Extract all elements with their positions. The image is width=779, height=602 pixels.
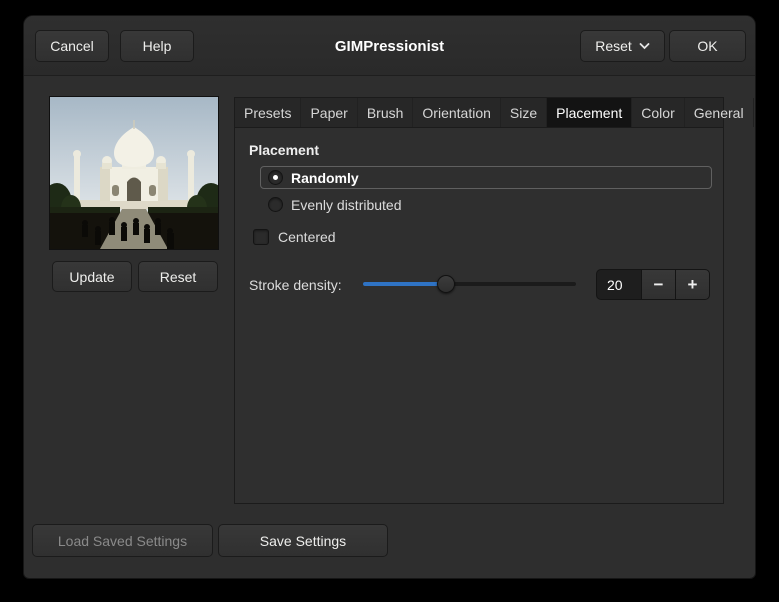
plus-icon: + <box>687 274 698 294</box>
stroke-density-label: Stroke density: <box>249 277 342 293</box>
save-settings-label: Save Settings <box>259 532 347 549</box>
taj-mahal-illustration <box>50 97 218 249</box>
slider-fill <box>363 282 446 286</box>
tab-general-label: General <box>693 104 744 121</box>
settings-notebook: Presets Paper Brush Orientation Size Pla… <box>234 97 754 504</box>
ok-button-label: OK <box>697 38 718 54</box>
preview-reset-button[interactable]: Reset <box>138 261 218 292</box>
headerbar[interactable]: Cancel Help GIMPressionist Reset OK <box>24 16 755 76</box>
gimpressionist-dialog: Cancel Help GIMPressionist Reset OK Upda… <box>24 16 755 578</box>
tab-general[interactable]: General <box>685 98 754 127</box>
tab-size[interactable]: Size <box>501 98 548 127</box>
tab-paper[interactable]: Paper <box>301 98 358 127</box>
stroke-density-value-field[interactable]: 20 <box>596 269 642 300</box>
centered-checkbox-row[interactable]: Centered <box>253 228 336 246</box>
tab-color-label: Color <box>641 104 675 121</box>
dialog-title: GIMPressionist <box>334 37 445 55</box>
radio-randomly[interactable]: Randomly <box>260 166 712 189</box>
tab-color[interactable]: Color <box>632 98 685 127</box>
screen: Cancel Help GIMPressionist Reset OK Upda… <box>0 0 779 602</box>
tab-brush[interactable]: Brush <box>358 98 414 127</box>
tab-orientation[interactable]: Orientation <box>413 98 501 127</box>
chevron-down-icon <box>639 42 650 49</box>
reset-menu-label: Reset <box>595 38 632 54</box>
cancel-button-label: Cancel <box>50 38 94 54</box>
radio-selected-icon <box>268 170 283 185</box>
tab-placement[interactable]: Placement <box>547 98 633 127</box>
minus-icon: − <box>653 274 664 294</box>
tab-bar: Presets Paper Brush Orientation Size Pla… <box>235 98 754 128</box>
placement-section-title: Placement <box>249 142 320 158</box>
radio-evenly-label: Evenly distributed <box>291 196 402 213</box>
help-button[interactable]: Help <box>120 30 194 62</box>
cancel-button[interactable]: Cancel <box>35 30 109 62</box>
tab-paper-label: Paper <box>310 104 348 121</box>
slider-handle[interactable] <box>437 275 455 293</box>
update-button[interactable]: Update <box>52 261 132 292</box>
load-saved-settings-button[interactable]: Load Saved Settings <box>32 524 213 557</box>
preview-reset-label: Reset <box>159 268 197 285</box>
tab-presets-label: Presets <box>244 104 292 121</box>
help-button-label: Help <box>142 38 172 54</box>
radio-unselected-icon <box>268 197 283 212</box>
radio-evenly-distributed[interactable]: Evenly distributed <box>260 193 712 216</box>
tab-size-label: Size <box>509 104 538 121</box>
tab-presets[interactable]: Presets <box>235 98 302 127</box>
radio-randomly-label: Randomly <box>291 169 359 186</box>
tab-brush-label: Brush <box>366 104 404 121</box>
load-saved-settings-label: Load Saved Settings <box>57 532 188 549</box>
stroke-density-slider[interactable] <box>363 274 576 294</box>
plus-button[interactable]: + <box>675 269 710 300</box>
update-button-label: Update <box>69 268 115 285</box>
save-settings-button[interactable]: Save Settings <box>218 524 388 557</box>
centered-checkbox-label: Centered <box>278 229 336 245</box>
ok-button[interactable]: OK <box>669 30 746 62</box>
tab-placement-label: Placement <box>556 104 623 121</box>
checkbox-unchecked-icon <box>253 229 269 245</box>
tab-orientation-label: Orientation <box>422 104 491 121</box>
preview-image-taj-mahal <box>49 96 219 250</box>
stroke-density-spinbox: 20 − + <box>596 269 710 300</box>
reset-menu-button[interactable]: Reset <box>580 30 665 62</box>
minus-button[interactable]: − <box>641 269 676 300</box>
